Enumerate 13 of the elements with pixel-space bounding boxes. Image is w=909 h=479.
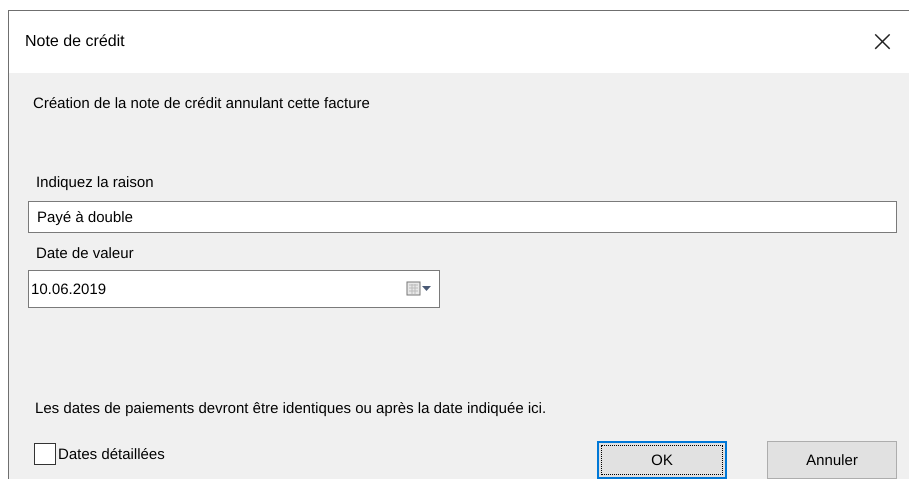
info-text: Les dates de paiements devront être identiques ou après la date indiquée ici.	[35, 400, 548, 417]
date-field[interactable]: 10.06.2019	[28, 270, 440, 308]
field-label: Indiquez la raison	[36, 174, 155, 191]
field-label: Date de valeur	[36, 245, 135, 262]
close-button[interactable]: ×	[866, 27, 899, 57]
dialog-button[interactable]: Annuler	[767, 441, 897, 479]
dialog-button[interactable]: OK	[597, 441, 727, 479]
calendar-dropdown-icon[interactable]	[406, 281, 432, 297]
reason-field[interactable]: Payé à double	[28, 201, 897, 233]
window-title: Note de crédit	[25, 33, 125, 51]
detailed-dates-checkbox[interactable]: Dates détaillées	[34, 443, 165, 465]
checkbox[interactable]	[34, 443, 56, 465]
description-text: Création de la note de crédit annulant cette facture	[33, 95, 371, 112]
